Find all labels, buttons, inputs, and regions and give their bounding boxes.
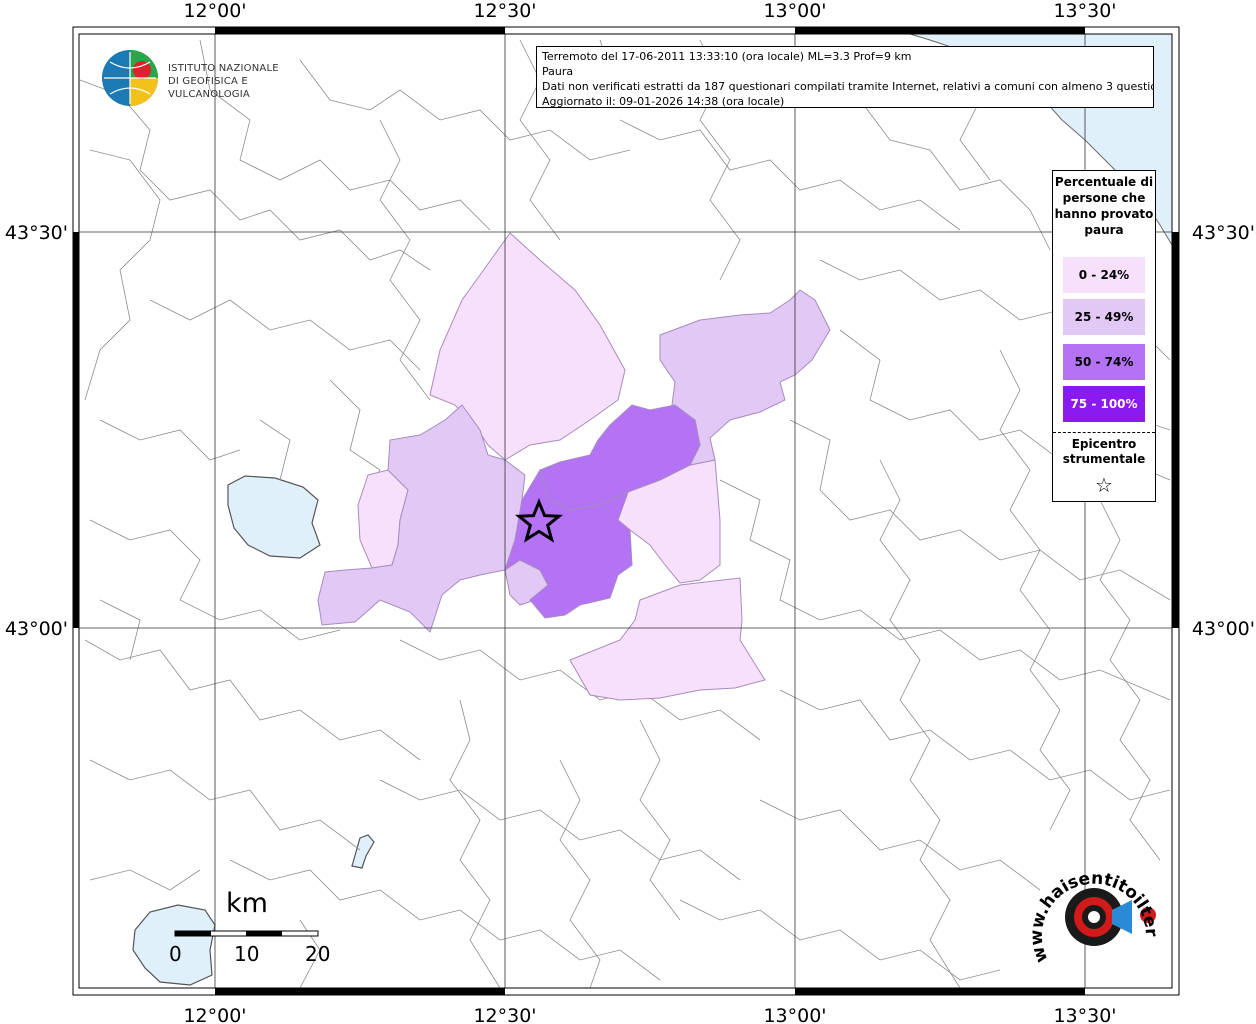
lon-label: 13°00' — [763, 0, 826, 22]
legend-item: 75 - 100% — [1063, 386, 1145, 422]
lat-label: 43°00' — [5, 618, 68, 640]
lat-label: 43°00' — [1192, 618, 1255, 640]
scale-label: 10 — [234, 942, 260, 966]
ingv-logo: ISTITUTO NAZIONALE DI GEOFISICA E VULCAN… — [100, 48, 330, 108]
lon-label: 12°30' — [473, 0, 536, 22]
logo-line1: ISTITUTO NAZIONALE — [168, 63, 279, 74]
lon-label: 12°00' — [183, 1005, 246, 1024]
earthquake-info-box: Terremoto del 17-06-2011 13:33:10 (ora l… — [536, 46, 1154, 108]
globe-icon — [102, 50, 158, 106]
lon-label: 13°30' — [1053, 0, 1116, 22]
legend-item: 50 - 74% — [1063, 344, 1145, 380]
lat-label: 43°30' — [5, 222, 68, 244]
longitude-labels-bottom: 12°00' 12°30' 13°00' 13°30' — [183, 1005, 1116, 1024]
legend-item: 25 - 49% — [1063, 299, 1145, 335]
lon-label: 12°00' — [183, 0, 246, 22]
lat-label: 43°30' — [1192, 222, 1255, 244]
info-line-parameter: Paura — [542, 65, 574, 78]
scale-label: 0 — [169, 942, 182, 966]
scale-label: 20 — [305, 942, 331, 966]
info-line-event: Terremoto del 17-06-2011 13:33:10 (ora l… — [542, 50, 912, 63]
legend-title: Percentuale di persone che hanno provato… — [1054, 175, 1154, 237]
scale-unit: km — [226, 888, 268, 919]
info-line-disclaimer: Dati non verificati estratti da 187 ques… — [542, 80, 1154, 93]
lon-label: 12°30' — [473, 1005, 536, 1024]
logo-line2: DI GEOFISICA E VULCANOLOGIA — [168, 76, 250, 100]
lon-label: 13°30' — [1053, 1005, 1116, 1024]
lon-label: 13°00' — [763, 1005, 826, 1024]
intensity-map: 12°00' 12°30' 13°00' 13°30' 12°00' 12°30… — [0, 0, 1255, 1024]
legend-epicenter-label: Epicentro strumentale — [1062, 437, 1146, 466]
legend-item: 0 - 24% — [1063, 257, 1145, 293]
info-line-updated: Aggiornato il: 09-01-2026 14:38 (ora loc… — [542, 95, 785, 108]
scale-bar — [174, 930, 319, 937]
legend: Percentuale di persone che hanno provato… — [1052, 170, 1156, 502]
legend-separator — [1053, 432, 1155, 433]
legend-star-icon: ☆ — [1095, 473, 1113, 497]
longitude-labels-top: 12°00' 12°30' 13°00' 13°30' — [183, 0, 1116, 22]
